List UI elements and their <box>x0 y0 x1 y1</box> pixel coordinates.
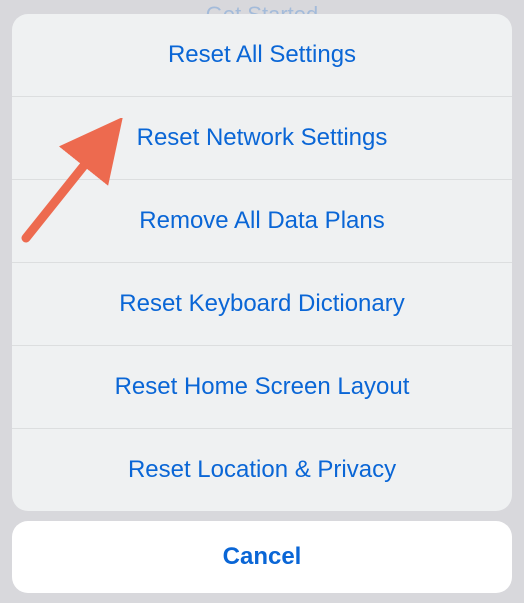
reset-home-screen-layout-button[interactable]: Reset Home Screen Layout <box>12 346 512 429</box>
sheet-item-label: Reset Location & Privacy <box>128 456 396 484</box>
sheet-item-label: Reset Keyboard Dictionary <box>119 290 404 318</box>
cancel-label: Cancel <box>223 543 302 571</box>
sheet-item-label: Reset All Settings <box>168 41 356 69</box>
cancel-button[interactable]: Cancel <box>12 521 512 593</box>
remove-all-data-plans-button[interactable]: Remove All Data Plans <box>12 180 512 263</box>
reset-network-settings-button[interactable]: Reset Network Settings <box>12 97 512 180</box>
reset-keyboard-dictionary-button[interactable]: Reset Keyboard Dictionary <box>12 263 512 346</box>
reset-all-settings-button[interactable]: Reset All Settings <box>12 14 512 97</box>
sheet-item-label: Reset Network Settings <box>137 124 388 152</box>
action-sheet: Reset All Settings Reset Network Setting… <box>12 14 512 511</box>
reset-location-privacy-button[interactable]: Reset Location & Privacy <box>12 429 512 511</box>
action-sheet-container: Reset All Settings Reset Network Setting… <box>12 14 512 593</box>
sheet-item-label: Remove All Data Plans <box>139 207 384 235</box>
sheet-item-label: Reset Home Screen Layout <box>115 373 410 401</box>
